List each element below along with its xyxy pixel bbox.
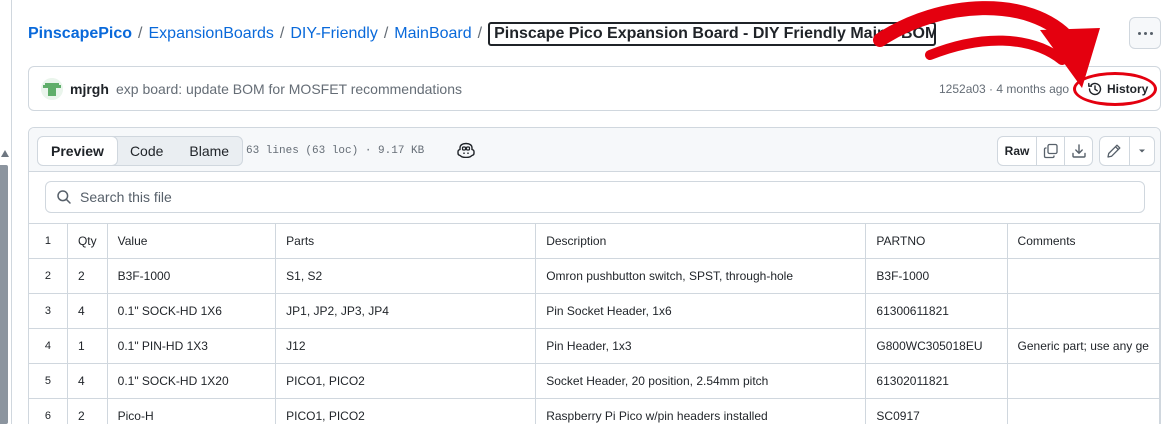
header-cell: Value [106, 223, 277, 259]
table-cell: 2 [66, 258, 108, 294]
tab-preview[interactable]: Preview [38, 137, 118, 165]
table-cell: Generic part; use any ge [1006, 328, 1160, 364]
breadcrumb-separator: / [279, 25, 285, 42]
history-label: History [1107, 82, 1149, 96]
edit-dropdown-button[interactable] [1128, 137, 1154, 165]
csv-table: 1 Qty Value Parts Description PARTNO Com… [29, 223, 1160, 424]
breadcrumb-link-expansionboards[interactable]: ExpansionBoards [149, 25, 274, 43]
table-cell [1006, 363, 1160, 399]
file-info: 63 lines (63 loc) · 9.17 KB [246, 145, 425, 157]
history-button[interactable]: History [1082, 75, 1153, 103]
commit-sha[interactable]: 1252a03 [939, 82, 986, 96]
table-row: 4 1 0.1" PIN-HD 1X3 J12 Pin Header, 1x3 … [29, 328, 1160, 364]
commit-message[interactable]: exp board: update BOM for MOSFET recomme… [116, 81, 462, 97]
more-icon [1137, 31, 1141, 35]
file-viewer: Preview Code Blame 63 lines (63 loc) · 9… [28, 127, 1161, 424]
table-cell: 1 [66, 328, 108, 364]
header-cell: Comments [1006, 223, 1160, 259]
current-file-name[interactable]: Pinscape Pico Expansion Board - DIY Frie… [488, 22, 937, 46]
commit-author[interactable]: mjrgh [70, 81, 109, 97]
breadcrumb-link-mainboard[interactable]: MainBoard [394, 25, 471, 43]
table-cell: G800WC305018EU [865, 328, 1008, 364]
header-cell: Qty [66, 223, 108, 259]
breadcrumb: PinscapePico / ExpansionBoards / DIY-Fri… [28, 22, 937, 46]
history-icon [1088, 82, 1102, 96]
copilot-icon[interactable] [457, 142, 475, 158]
line-number[interactable]: 6 [29, 398, 68, 424]
search-file-box [45, 181, 1145, 213]
table-header-row: 1 Qty Value Parts Description PARTNO Com… [29, 223, 1160, 259]
table-cell: 0.1" SOCK-HD 1X20 [106, 363, 277, 399]
table-cell: SC0917 [865, 398, 1008, 424]
copy-icon [1043, 143, 1058, 159]
table-cell: Raspberry Pi Pico w/pin headers installe… [535, 398, 867, 424]
breadcrumb-separator: / [477, 25, 483, 42]
line-number[interactable]: 4 [29, 328, 68, 364]
raw-actions-group: Raw [997, 136, 1093, 166]
table-cell: PICO1, PICO2 [275, 398, 537, 424]
table-cell: 0.1" PIN-HD 1X3 [106, 328, 277, 364]
commit-age: 4 months ago [996, 82, 1070, 96]
pencil-icon [1107, 144, 1121, 158]
line-number[interactable]: 5 [29, 363, 68, 399]
scroll-up-arrow[interactable] [1, 150, 9, 157]
edit-actions-group [1099, 136, 1155, 166]
table-row: 3 4 0.1" SOCK-HD 1X6 JP1, JP2, JP3, JP4 … [29, 293, 1160, 329]
table-cell: 61300611821 [865, 293, 1008, 329]
line-number[interactable]: 1 [29, 223, 68, 259]
line-number[interactable]: 2 [29, 258, 68, 294]
header-cell: Description [535, 223, 867, 259]
copy-raw-button[interactable] [1036, 137, 1064, 165]
table-row: 5 4 0.1" SOCK-HD 1X20 PICO1, PICO2 Socke… [29, 363, 1160, 399]
table-cell: J12 [275, 328, 537, 364]
download-raw-button[interactable] [1064, 137, 1092, 165]
raw-button[interactable]: Raw [998, 137, 1036, 165]
table-cell [1006, 398, 1160, 424]
more-options-button[interactable] [1129, 17, 1161, 49]
search-icon [57, 190, 71, 204]
table-cell: 61302011821 [865, 363, 1008, 399]
tab-code[interactable]: Code [117, 137, 176, 165]
table-cell: 4 [66, 363, 108, 399]
search-file-input[interactable] [80, 189, 1080, 205]
table-cell: Pin Header, 1x3 [535, 328, 867, 364]
table-cell: 0.1" SOCK-HD 1X6 [106, 293, 277, 329]
avatar[interactable] [41, 78, 63, 100]
chevron-down-icon [1138, 149, 1145, 153]
table-cell: 4 [66, 293, 108, 329]
table-cell: B3F-1000 [865, 258, 1008, 294]
scrollbar-thumb[interactable] [0, 165, 8, 424]
edit-file-button[interactable] [1100, 137, 1129, 165]
file-header: Preview Code Blame 63 lines (63 loc) · 9… [29, 128, 1160, 172]
table-cell: Omron pushbutton switch, SPST, through-h… [535, 258, 867, 294]
table-cell: Pin Socket Header, 1x6 [535, 293, 867, 329]
header-cell: PARTNO [865, 223, 1008, 259]
table-cell: 2 [66, 398, 108, 424]
view-mode-tabs: Preview Code Blame [37, 136, 244, 166]
breadcrumb-separator: / [138, 25, 143, 42]
table-row: 6 2 Pico-H PICO1, PICO2 Raspberry Pi Pic… [29, 398, 1160, 424]
table-cell: B3F-1000 [106, 258, 277, 294]
table-cell [1006, 293, 1160, 329]
header-cell: Parts [275, 223, 537, 259]
breadcrumb-separator: / [383, 25, 389, 42]
table-cell: Pico-H [106, 398, 277, 424]
table-cell: JP1, JP2, JP3, JP4 [275, 293, 537, 329]
download-icon [1071, 144, 1086, 158]
tab-blame[interactable]: Blame [176, 137, 242, 165]
table-cell: S1, S2 [275, 258, 537, 294]
latest-commit-bar: mjrgh exp board: update BOM for MOSFET r… [28, 66, 1161, 111]
commit-meta: 1252a03 · 4 months ago [939, 82, 1070, 96]
table-cell [1006, 258, 1160, 294]
breadcrumb-link-diy-friendly[interactable]: DIY-Friendly [290, 25, 377, 43]
table-row: 2 2 B3F-1000 S1, S2 Omron pushbutton swi… [29, 258, 1160, 294]
table-cell: Socket Header, 20 position, 2.54mm pitch [535, 363, 867, 399]
breadcrumb-root-link[interactable]: PinscapePico [28, 25, 132, 43]
table-cell: PICO1, PICO2 [275, 363, 537, 399]
line-number[interactable]: 3 [29, 293, 68, 329]
